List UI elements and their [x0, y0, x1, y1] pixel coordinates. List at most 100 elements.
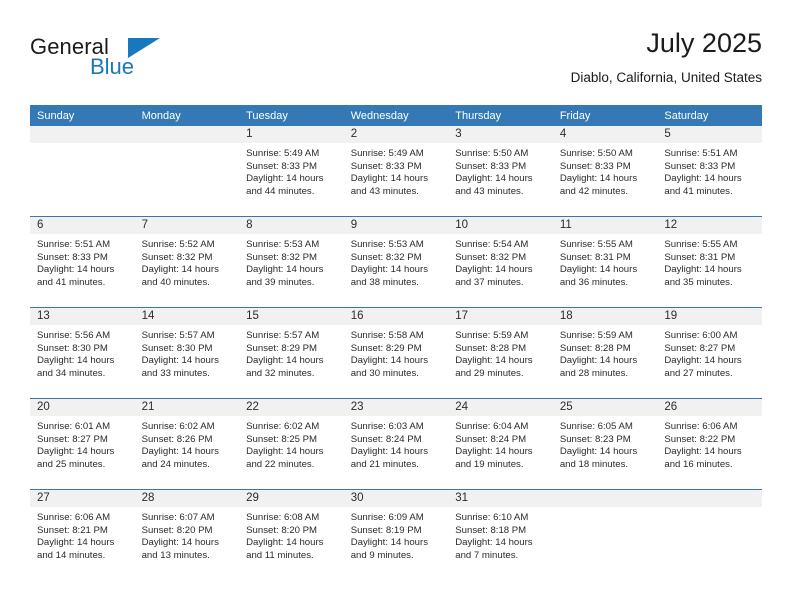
daylight-text-line2: and 38 minutes. [350, 276, 419, 288]
day-number: 13 [30, 308, 135, 325]
daylight-text-line1: Daylight: 14 hours [141, 264, 219, 276]
day-cell[interactable]: 7 Sunrise: 5:52 AM Sunset: 8:32 PM Dayli… [134, 216, 240, 308]
day-number: 21 [134, 399, 240, 416]
daylight-text-line1: Daylight: 14 hours [350, 173, 429, 185]
day-cell[interactable]: 31 Sunrise: 6:10 AM Sunset: 8:18 PM Dayl… [448, 489, 553, 580]
sunrise-text: Sunrise: 6:10 AM [455, 512, 529, 523]
daylight-text-line1: Daylight: 14 hours [559, 173, 638, 185]
daylight-text-line1: Daylight: 14 hours [455, 264, 533, 276]
daylight-text-line2: and 18 minutes. [559, 458, 629, 470]
day-cell[interactable] [552, 489, 658, 580]
sunrise-text: Sunrise: 6:02 AM [246, 421, 320, 432]
day-cell[interactable] [30, 126, 135, 217]
sunrise-text: Sunrise: 5:55 AM [664, 239, 738, 250]
day-number: 28 [134, 490, 240, 507]
day-number: 3 [448, 126, 553, 143]
day-number [134, 126, 240, 143]
day-details: Sunrise: 6:08 AM Sunset: 8:20 PM Dayligh… [239, 507, 344, 562]
day-cell[interactable]: 19 Sunrise: 6:00 AM Sunset: 8:27 PM Dayl… [657, 307, 762, 399]
daylight-text-line2: and 14 minutes. [37, 549, 106, 561]
sunset-text: Sunset: 8:32 PM [455, 251, 527, 263]
day-cell[interactable]: 11 Sunrise: 5:55 AM Sunset: 8:31 PM Dayl… [552, 216, 658, 308]
sunset-text: Sunset: 8:33 PM [664, 160, 736, 172]
day-number: 17 [448, 308, 553, 325]
daylight-text-line2: and 29 minutes. [455, 367, 524, 379]
day-details: Sunrise: 5:49 AM Sunset: 8:33 PM Dayligh… [239, 143, 344, 198]
day-cell[interactable]: 30 Sunrise: 6:09 AM Sunset: 8:19 PM Dayl… [343, 489, 449, 580]
day-cell[interactable]: 24 Sunrise: 6:04 AM Sunset: 8:24 PM Dayl… [448, 398, 553, 490]
daylight-text-line1: Daylight: 14 hours [37, 537, 115, 549]
sunset-text: Sunset: 8:33 PM [455, 160, 527, 172]
day-details: Sunrise: 6:05 AM Sunset: 8:23 PM Dayligh… [553, 416, 658, 471]
day-cell[interactable]: 10 Sunrise: 5:54 AM Sunset: 8:32 PM Dayl… [448, 216, 553, 308]
weekday-header-thursday: Thursday [448, 105, 553, 126]
general-blue-logo[interactable]: General Blue [30, 34, 270, 92]
day-cell[interactable]: 21 Sunrise: 6:02 AM Sunset: 8:26 PM Dayl… [134, 398, 240, 490]
daylight-text-line1: Daylight: 14 hours [37, 355, 115, 367]
sunset-text: Sunset: 8:29 PM [246, 342, 318, 354]
daylight-text-line1: Daylight: 14 hours [350, 264, 429, 276]
sunset-text: Sunset: 8:20 PM [141, 524, 213, 536]
day-details: Sunrise: 6:10 AM Sunset: 8:18 PM Dayligh… [448, 507, 553, 562]
daylight-text-line1: Daylight: 14 hours [246, 173, 324, 185]
day-number: 14 [134, 308, 240, 325]
sunrise-text: Sunrise: 5:57 AM [246, 330, 320, 341]
day-number: 9 [343, 217, 449, 234]
day-cell[interactable]: 26 Sunrise: 6:06 AM Sunset: 8:22 PM Dayl… [657, 398, 762, 490]
day-cell[interactable]: 2 Sunrise: 5:49 AM Sunset: 8:33 PM Dayli… [343, 126, 449, 217]
daylight-text-line1: Daylight: 14 hours [141, 446, 219, 458]
day-cell[interactable]: 9 Sunrise: 5:53 AM Sunset: 8:32 PM Dayli… [343, 216, 449, 308]
day-cell[interactable]: 15 Sunrise: 5:57 AM Sunset: 8:29 PM Dayl… [239, 307, 344, 399]
day-number: 19 [657, 308, 762, 325]
daylight-text-line2: and 24 minutes. [141, 458, 210, 470]
sunset-text: Sunset: 8:27 PM [37, 433, 108, 445]
day-cell[interactable]: 18 Sunrise: 5:59 AM Sunset: 8:28 PM Dayl… [552, 307, 658, 399]
page-title: July 2025 [646, 28, 762, 58]
daylight-text-line1: Daylight: 14 hours [246, 537, 324, 549]
day-details: Sunrise: 5:55 AM Sunset: 8:31 PM Dayligh… [553, 234, 658, 289]
day-cell[interactable]: 22 Sunrise: 6:02 AM Sunset: 8:25 PM Dayl… [239, 398, 344, 490]
daylight-text-line2: and 11 minutes. [246, 549, 314, 561]
day-cell[interactable] [134, 126, 240, 217]
calendar-grid: Sunday Monday Tuesday Wednesday Thursday… [30, 105, 762, 580]
day-cell[interactable]: 8 Sunrise: 5:53 AM Sunset: 8:32 PM Dayli… [239, 216, 344, 308]
sunset-text: Sunset: 8:31 PM [559, 251, 631, 263]
day-cell[interactable]: 4 Sunrise: 5:50 AM Sunset: 8:33 PM Dayli… [552, 126, 658, 217]
day-number [30, 126, 135, 143]
weekday-header-friday: Friday [552, 105, 658, 126]
day-cell[interactable]: 6 Sunrise: 5:51 AM Sunset: 8:33 PM Dayli… [30, 216, 135, 308]
day-cell[interactable]: 25 Sunrise: 6:05 AM Sunset: 8:23 PM Dayl… [552, 398, 658, 490]
day-cell[interactable]: 17 Sunrise: 5:59 AM Sunset: 8:28 PM Dayl… [448, 307, 553, 399]
day-cell[interactable]: 28 Sunrise: 6:07 AM Sunset: 8:20 PM Dayl… [134, 489, 240, 580]
daylight-text-line1: Daylight: 14 hours [664, 446, 742, 458]
day-cell[interactable]: 5 Sunrise: 5:51 AM Sunset: 8:33 PM Dayli… [657, 126, 762, 217]
day-details: Sunrise: 5:57 AM Sunset: 8:29 PM Dayligh… [239, 325, 344, 380]
page-header: General Blue July 2025 Diablo, Californi… [30, 26, 762, 100]
daylight-text-line1: Daylight: 14 hours [246, 264, 324, 276]
day-cell[interactable]: 3 Sunrise: 5:50 AM Sunset: 8:33 PM Dayli… [448, 126, 553, 217]
sunset-text: Sunset: 8:28 PM [559, 342, 631, 354]
day-cell[interactable]: 27 Sunrise: 6:06 AM Sunset: 8:21 PM Dayl… [30, 489, 135, 580]
daylight-text-line2: and 36 minutes. [559, 276, 629, 288]
daylight-text-line1: Daylight: 14 hours [664, 173, 742, 185]
weekday-header-saturday: Saturday [657, 105, 762, 126]
day-cell[interactable]: 16 Sunrise: 5:58 AM Sunset: 8:29 PM Dayl… [343, 307, 449, 399]
daylight-text-line2: and 30 minutes. [350, 367, 419, 379]
day-cell[interactable]: 13 Sunrise: 5:56 AM Sunset: 8:30 PM Dayl… [30, 307, 135, 399]
sunset-text: Sunset: 8:20 PM [246, 524, 318, 536]
day-number [657, 490, 762, 507]
day-cell[interactable] [657, 489, 762, 580]
day-cell[interactable]: 29 Sunrise: 6:08 AM Sunset: 8:20 PM Dayl… [239, 489, 344, 580]
day-number: 31 [448, 490, 553, 507]
day-cell[interactable]: 12 Sunrise: 5:55 AM Sunset: 8:31 PM Dayl… [657, 216, 762, 308]
sunset-text: Sunset: 8:28 PM [455, 342, 527, 354]
sunrise-text: Sunrise: 5:51 AM [37, 239, 111, 250]
daylight-text-line1: Daylight: 14 hours [455, 355, 533, 367]
daylight-text-line2: and 27 minutes. [664, 367, 733, 379]
daylight-text-line2: and 41 minutes. [664, 185, 733, 197]
day-cell[interactable]: 14 Sunrise: 5:57 AM Sunset: 8:30 PM Dayl… [134, 307, 240, 399]
day-cell[interactable]: 20 Sunrise: 6:01 AM Sunset: 8:27 PM Dayl… [30, 398, 135, 490]
day-number: 27 [30, 490, 135, 507]
day-cell[interactable]: 1 Sunrise: 5:49 AM Sunset: 8:33 PM Dayli… [239, 126, 344, 217]
day-cell[interactable]: 23 Sunrise: 6:03 AM Sunset: 8:24 PM Dayl… [343, 398, 449, 490]
